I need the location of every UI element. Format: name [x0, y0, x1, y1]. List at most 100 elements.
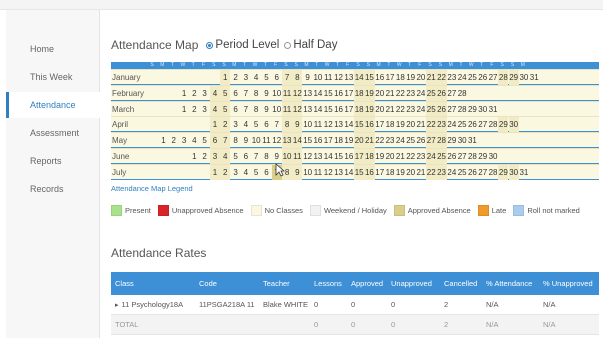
day-cell[interactable]: 1	[179, 86, 189, 101]
day-cell[interactable]: 14	[313, 86, 323, 101]
day-cell[interactable]: 21	[385, 102, 395, 117]
day-cell[interactable]: 31	[529, 70, 539, 85]
day-cell[interactable]: 23	[447, 70, 457, 85]
day-cell[interactable]: 5	[220, 101, 231, 117]
day-cell[interactable]: 5	[261, 70, 271, 85]
day-cell[interactable]: 5	[200, 133, 210, 148]
day-cell[interactable]: 21	[385, 86, 395, 101]
day-cell[interactable]: 5	[251, 117, 261, 132]
day-cell[interactable]: 31	[467, 133, 477, 148]
day-cell[interactable]: 12	[303, 149, 313, 164]
day-cell[interactable]: 11	[281, 101, 293, 117]
day-cell[interactable]: 24	[447, 117, 457, 132]
day-cell[interactable]: 15	[354, 164, 365, 180]
day-cell[interactable]: 20	[354, 133, 365, 149]
column-header[interactable]: Unapproved	[391, 272, 432, 295]
day-cell[interactable]: 17	[344, 86, 354, 101]
day-cell[interactable]: 25	[436, 149, 447, 164]
day-cell[interactable]: 16	[364, 164, 375, 180]
day-cell[interactable]: 8	[281, 117, 293, 133]
day-cell[interactable]: 6	[230, 102, 240, 117]
day-cell[interactable]: 19	[395, 165, 405, 180]
day-cell[interactable]: 1	[158, 133, 168, 148]
day-cell[interactable]: 13	[281, 133, 293, 149]
day-cell[interactable]: 30	[488, 149, 498, 164]
day-cell[interactable]: 16	[344, 149, 354, 164]
day-cell[interactable]: 13	[303, 102, 313, 117]
day-cell[interactable]: 21	[395, 149, 405, 164]
day-cell[interactable]: 7	[272, 117, 282, 132]
day-cell[interactable]: 1	[209, 164, 221, 180]
day-cell[interactable]: 6	[261, 117, 271, 132]
day-cell[interactable]: 19	[375, 149, 385, 164]
day-cell[interactable]: 26	[478, 70, 488, 85]
day-cell[interactable]: 17	[344, 102, 354, 117]
day-cell[interactable]: 20	[406, 117, 416, 132]
sidebar-item-records[interactable]: Records	[6, 176, 100, 202]
day-cell[interactable]: 28	[498, 70, 509, 85]
day-cell[interactable]: 4	[220, 149, 231, 164]
day-cell[interactable]: 7	[241, 102, 251, 117]
day-cell[interactable]: 12	[323, 117, 333, 132]
half-day-radio[interactable]: Half Day	[284, 39, 337, 51]
day-cell[interactable]: 28	[436, 133, 447, 149]
day-cell[interactable]: 23	[385, 133, 395, 148]
day-cell[interactable]: 19	[364, 85, 375, 101]
day-cell[interactable]: 27	[457, 149, 467, 164]
day-cell[interactable]: 23	[436, 117, 447, 133]
day-cell[interactable]: 19	[364, 101, 375, 117]
day-cell[interactable]: 1	[179, 102, 189, 117]
day-cell[interactable]: 29	[447, 133, 457, 148]
day-cell[interactable]: 10	[272, 102, 282, 117]
day-cell[interactable]: 27	[447, 102, 457, 117]
day-cell[interactable]: 21	[426, 70, 437, 85]
day-cell[interactable]: 26	[416, 133, 426, 148]
day-cell[interactable]: 9	[261, 102, 271, 117]
day-cell[interactable]: 11	[313, 165, 323, 180]
day-cell[interactable]: 19	[406, 70, 416, 85]
day-cell[interactable]: 12	[292, 85, 303, 101]
day-cell[interactable]: 17	[385, 70, 395, 85]
day-cell[interactable]: 14	[292, 133, 303, 149]
day-cell[interactable]: 9	[292, 164, 303, 180]
day-cell[interactable]: 30	[519, 70, 529, 85]
day-cell[interactable]: 22	[395, 102, 405, 117]
day-cell[interactable]: 3	[230, 117, 240, 132]
day-cell[interactable]: 16	[364, 117, 375, 133]
day-cell[interactable]: 20	[385, 149, 395, 164]
day-cell[interactable]: 27	[426, 133, 437, 149]
day-cell[interactable]: 8	[292, 70, 303, 85]
day-cell[interactable]: 28	[457, 102, 467, 117]
day-cell[interactable]: 17	[354, 149, 365, 164]
day-cell[interactable]: 22	[426, 164, 437, 180]
day-cell[interactable]: 18	[354, 101, 365, 117]
day-cell[interactable]: 10	[303, 117, 313, 132]
day-cell[interactable]: 4	[209, 85, 221, 101]
day-cell[interactable]: 16	[313, 133, 323, 148]
day-cell[interactable]: 30	[508, 117, 519, 133]
day-cell[interactable]: 28	[488, 165, 498, 180]
day-cell[interactable]: 25	[426, 101, 437, 117]
day-cell[interactable]: 30	[478, 102, 488, 117]
day-cell[interactable]: 15	[354, 117, 365, 133]
day-cell[interactable]: 11	[261, 133, 271, 148]
day-cell[interactable]: 14	[344, 165, 354, 180]
sidebar-item-this-week[interactable]: This Week	[6, 64, 100, 90]
day-cell[interactable]: 5	[220, 85, 231, 101]
day-cell[interactable]: 12	[272, 133, 282, 148]
expand-caret-icon[interactable]: ▸	[115, 302, 119, 309]
day-cell[interactable]: 6	[230, 86, 240, 101]
day-cell[interactable]: 9	[292, 117, 303, 133]
day-cell[interactable]: 14	[323, 149, 333, 164]
day-cell[interactable]: 4	[251, 70, 261, 85]
day-cell[interactable]: 2	[220, 164, 231, 180]
day-cell[interactable]: 18	[395, 70, 405, 85]
day-cell[interactable]: 21	[416, 117, 426, 132]
day-cell[interactable]: 3	[230, 165, 240, 180]
day-cell[interactable]: 17	[375, 117, 385, 132]
day-cell[interactable]: 3	[241, 70, 251, 85]
day-cell[interactable]: 25	[457, 165, 467, 180]
day-cell[interactable]: 8	[261, 149, 271, 164]
day-cell[interactable]: 2	[189, 86, 199, 101]
day-cell[interactable]: 18	[333, 133, 343, 148]
